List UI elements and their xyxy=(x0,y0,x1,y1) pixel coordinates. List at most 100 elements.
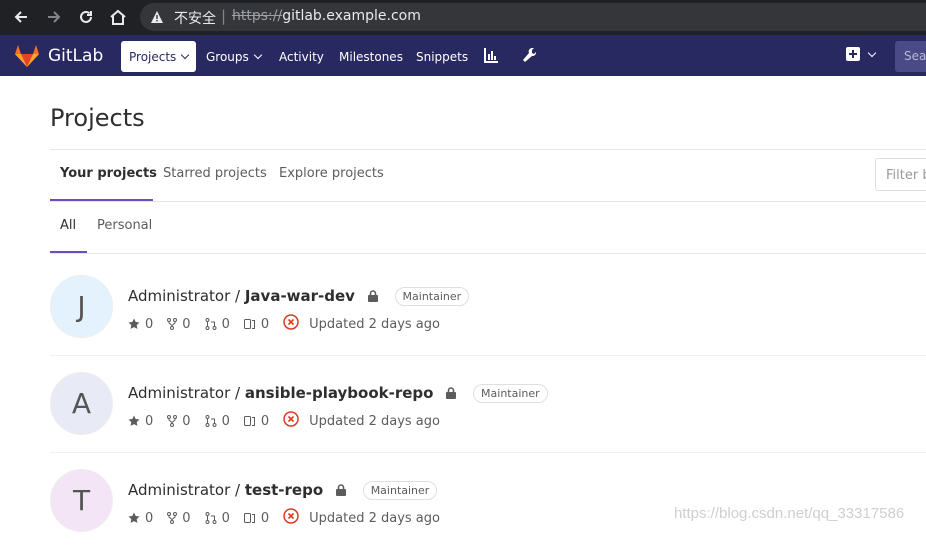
project-stats: 0 0 0 0 Updated 2 days ago xyxy=(128,314,440,334)
url-divider: | xyxy=(221,7,227,25)
forward-arrow-icon[interactable] xyxy=(42,6,66,28)
issues-count: 0 xyxy=(260,316,270,332)
updated-time: Updated 2 days ago xyxy=(309,316,440,332)
top-navbar: GitLab Projects Groups Activity Mileston… xyxy=(0,35,926,76)
chart-icon[interactable] xyxy=(484,47,498,67)
back-arrow-icon[interactable] xyxy=(9,6,33,28)
merge-request-icon xyxy=(205,415,217,427)
new-dropdown-button[interactable] xyxy=(846,47,877,61)
merge-requests-count: 0 xyxy=(221,510,230,526)
stars-stat[interactable]: 0 xyxy=(128,511,153,526)
pipeline-failed-icon[interactable] xyxy=(283,314,299,334)
lock-icon xyxy=(367,288,378,306)
stars-count: 0 xyxy=(145,413,154,429)
project-name[interactable]: Java-war-dev xyxy=(245,287,355,305)
stars-stat[interactable]: 0 xyxy=(128,317,153,332)
forks-count: 0 xyxy=(182,316,191,332)
address-bar[interactable]: 不安全 | https://gitlab.example.com xyxy=(140,3,926,31)
issues-icon xyxy=(243,416,255,426)
browser-toolbar: 不安全 | https://gitlab.example.com xyxy=(0,0,926,35)
issues-icon xyxy=(243,513,255,523)
merge-requests-stat[interactable]: 0 xyxy=(205,511,230,526)
avatar-letter: A xyxy=(71,387,92,420)
tab-explore-projects[interactable]: Explore projects xyxy=(279,166,384,181)
stars-count: 0 xyxy=(145,510,154,526)
nav-milestones[interactable]: Milestones xyxy=(331,41,411,72)
divider xyxy=(50,149,926,150)
star-icon xyxy=(128,318,140,329)
nav-activity-label: Activity xyxy=(279,49,324,64)
nav-snippets[interactable]: Snippets xyxy=(408,41,476,72)
lock-icon xyxy=(446,385,457,403)
forks-stat[interactable]: 0 xyxy=(167,510,191,526)
merge-requests-count: 0 xyxy=(221,316,230,332)
star-icon xyxy=(128,415,140,426)
merge-request-icon xyxy=(205,512,217,524)
url-host: gitlab.example.com xyxy=(282,8,421,24)
project-stats: 0 0 0 0 Updated 2 days ago xyxy=(128,508,440,528)
nav-groups[interactable]: Groups xyxy=(198,41,269,72)
stars-stat[interactable]: 0 xyxy=(128,414,153,429)
role-badge: Maintainer xyxy=(394,287,470,306)
gitlab-logo-icon[interactable] xyxy=(14,44,40,72)
project-title[interactable]: Administrator / Java-war-dev Maintainer xyxy=(128,287,470,306)
chevron-down-icon xyxy=(181,50,190,60)
project-namespace: Administrator / xyxy=(128,481,245,499)
filter-input[interactable]: Filter by name xyxy=(875,158,926,191)
nav-projects[interactable]: Projects xyxy=(121,41,197,72)
insecure-label[interactable]: 不安全 xyxy=(174,8,216,28)
forks-count: 0 xyxy=(182,510,191,526)
project-namespace: Administrator / xyxy=(128,287,245,305)
fork-icon xyxy=(167,512,178,524)
search-input[interactable]: Search xyxy=(895,41,926,72)
star-icon xyxy=(128,512,140,523)
tab-your-projects[interactable]: Your projects xyxy=(60,166,157,181)
warning-icon[interactable] xyxy=(150,9,164,28)
project-name[interactable]: test-repo xyxy=(245,481,323,499)
lock-icon xyxy=(335,482,346,500)
url-text[interactable]: https://gitlab.example.com xyxy=(232,8,421,24)
merge-requests-stat[interactable]: 0 xyxy=(205,317,230,332)
updated-time: Updated 2 days ago xyxy=(309,413,440,429)
nav-groups-label: Groups xyxy=(206,49,249,64)
role-badge: Maintainer xyxy=(362,481,438,500)
wrench-icon[interactable] xyxy=(522,47,537,67)
issues-stat[interactable]: 0 xyxy=(243,510,270,526)
fork-icon xyxy=(167,318,178,330)
project-row[interactable]: T Administrator / test-repo Maintainer 0… xyxy=(50,453,926,550)
issues-count: 0 xyxy=(260,510,270,526)
plus-square-icon xyxy=(846,47,860,61)
nav-projects-label: Projects xyxy=(129,49,177,64)
gitlab-brand[interactable]: GitLab xyxy=(48,46,103,66)
tab-starred-projects[interactable]: Starred projects xyxy=(163,166,267,181)
subtab-all[interactable]: All xyxy=(60,218,76,233)
project-title[interactable]: Administrator / test-repo Maintainer xyxy=(128,481,438,500)
chevron-down-icon xyxy=(867,48,877,57)
pipeline-failed-icon[interactable] xyxy=(283,508,299,528)
project-avatar[interactable]: T xyxy=(50,469,113,532)
issues-stat[interactable]: 0 xyxy=(243,316,270,332)
merge-requests-stat[interactable]: 0 xyxy=(205,414,230,429)
project-name[interactable]: ansible-playbook-repo xyxy=(245,384,434,402)
project-avatar[interactable]: A xyxy=(50,372,113,435)
project-avatar[interactable]: J xyxy=(50,275,113,338)
merge-request-icon xyxy=(205,318,217,330)
nav-snippets-label: Snippets xyxy=(416,49,469,64)
pipeline-failed-icon[interactable] xyxy=(283,411,299,431)
forks-stat[interactable]: 0 xyxy=(167,413,191,429)
stars-count: 0 xyxy=(145,316,154,332)
forks-stat[interactable]: 0 xyxy=(167,316,191,332)
chevron-down-icon xyxy=(253,50,263,60)
project-row[interactable]: A Administrator / ansible-playbook-repo … xyxy=(50,356,926,453)
divider xyxy=(50,253,926,254)
nav-milestones-label: Milestones xyxy=(339,49,403,64)
home-icon[interactable] xyxy=(106,6,130,28)
fork-icon xyxy=(167,415,178,427)
project-title[interactable]: Administrator / ansible-playbook-repo Ma… xyxy=(128,384,548,403)
project-row[interactable]: J Administrator / Java-war-dev Maintaine… xyxy=(50,258,926,355)
reload-icon[interactable] xyxy=(74,6,98,28)
subtab-personal[interactable]: Personal xyxy=(97,218,152,233)
issues-stat[interactable]: 0 xyxy=(243,414,269,429)
forks-count: 0 xyxy=(182,413,191,429)
nav-activity[interactable]: Activity xyxy=(271,41,332,72)
